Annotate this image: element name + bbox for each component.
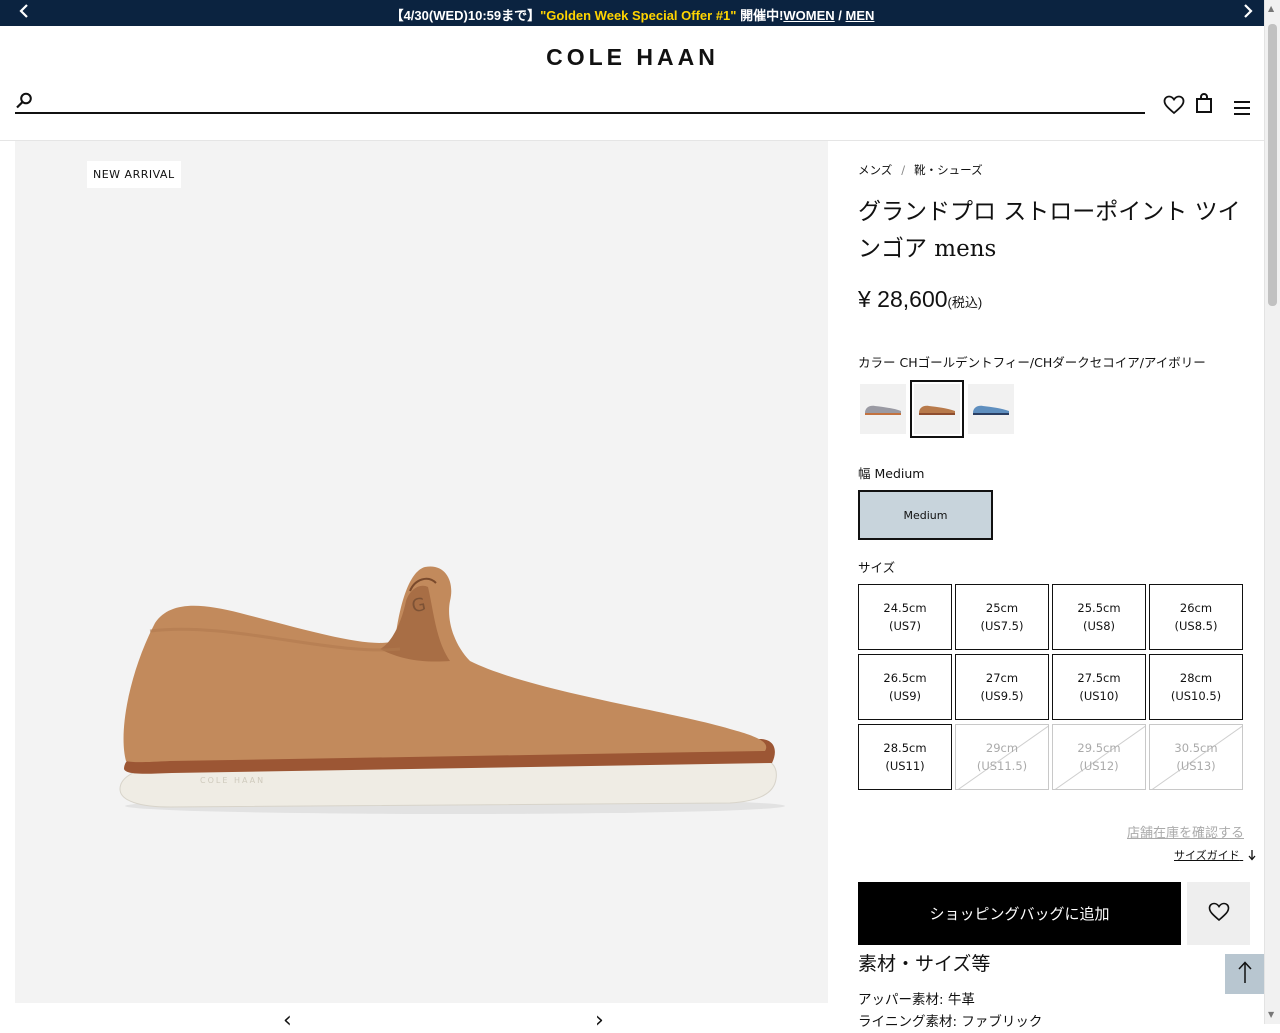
materials-upper: アッパー素材: 牛革 [858, 992, 975, 1008]
brand-logo[interactable]: COLE HAAN [0, 44, 1265, 71]
new-arrival-badge: NEW ARRIVAL [87, 161, 181, 188]
size-us: (US7.5) [980, 619, 1024, 633]
width-value: Medium [874, 466, 925, 481]
size-option[interactable]: 27.5cm (US10) [1052, 654, 1146, 720]
size-guide-link[interactable]: サイズガイド [1174, 847, 1257, 863]
size-option[interactable]: 26.5cm (US9) [858, 654, 952, 720]
banner-offer: "Golden Week Special Offer #1" [540, 8, 737, 23]
scroll-up-icon[interactable]: ▲ [1268, 4, 1274, 13]
size-cm: 25cm [985, 601, 1019, 615]
size-us: (US11.5) [976, 759, 1028, 773]
search-bar [15, 92, 1145, 114]
scroll-down-icon[interactable]: ▼ [1268, 1010, 1274, 1019]
size-cm: 28cm [1179, 671, 1213, 685]
size-option[interactable]: 25cm (US7.5) [955, 584, 1049, 650]
size-cm: 26cm [1179, 601, 1213, 615]
size-option[interactable]: 24.5cm (US7) [858, 584, 952, 650]
size-us: (US10.5) [1170, 689, 1222, 703]
size-option[interactable]: 26cm (US8.5) [1149, 584, 1243, 650]
banner-status: 開催中! [736, 8, 784, 23]
search-icon[interactable] [15, 92, 33, 114]
size-option: 29.5cm (US12) [1052, 724, 1146, 790]
size-cm: 27.5cm [1077, 671, 1121, 685]
materials-lining: ライニング素材: ファブリック [858, 1014, 1043, 1030]
product-image-area[interactable]: NEW ARRIVAL G COLE HAAN ‹ › [15, 141, 828, 1033]
width-label-text: 幅 [858, 466, 871, 481]
size-option: 30.5cm (US13) [1149, 724, 1243, 790]
size-guide-text: サイズガイド [1174, 849, 1240, 862]
breadcrumb-item-shoes[interactable]: 靴・シューズ [914, 163, 982, 177]
back-to-top-button[interactable] [1225, 954, 1265, 994]
materials-title: 素材・サイズ等 [858, 953, 991, 975]
price-tax-note: (税込) [947, 295, 983, 310]
size-us: (US8.5) [1174, 619, 1218, 633]
size-option: 29cm (US11.5) [955, 724, 1049, 790]
size-label: サイズ [858, 560, 896, 575]
breadcrumb-item-mens[interactable]: メンズ [858, 163, 892, 177]
size-cm: 27cm [985, 671, 1019, 685]
heart-icon[interactable] [1163, 95, 1185, 119]
product-shoe-image: G COLE HAAN [119, 566, 785, 814]
size-cm: 26.5cm [883, 671, 927, 685]
size-cm: 29cm [985, 741, 1019, 755]
size-us: (US11) [885, 759, 925, 773]
add-to-bag-button[interactable]: ショッピングバッグに追加 [858, 882, 1181, 945]
gallery-prev-arrow[interactable]: ‹ [283, 1008, 292, 1033]
heart-icon [1208, 902, 1230, 926]
chevron-right-icon[interactable] [1242, 3, 1254, 24]
size-cm: 24.5cm [883, 601, 927, 615]
search-input[interactable] [43, 92, 1137, 114]
scrollbar-thumb[interactable] [1268, 24, 1277, 306]
favorite-button[interactable] [1187, 882, 1250, 945]
size-us: (US10) [1079, 689, 1119, 703]
width-option-medium[interactable]: Medium [858, 490, 993, 540]
size-us: (US12) [1079, 759, 1119, 773]
menu-icon[interactable] [1233, 100, 1251, 120]
gallery-next-arrow[interactable]: › [595, 1008, 604, 1033]
color-swatch-tan[interactable] [910, 380, 964, 438]
banner-men-link[interactable]: MEN [846, 8, 875, 23]
promo-banner: 【4/30(WED)10:59まで】"Golden Week Special O… [0, 0, 1265, 26]
size-us: (US8) [1082, 619, 1115, 633]
size-option[interactable]: 27cm (US9.5) [955, 654, 1049, 720]
breadcrumb: メンズ / 靴・シューズ [858, 162, 983, 178]
arrow-down-icon [1243, 849, 1257, 862]
size-option[interactable]: 28.5cm (US11) [858, 724, 952, 790]
size-us: (US13) [1176, 759, 1216, 773]
page-scrollbar[interactable]: ▲ ▼ [1264, 0, 1280, 1024]
size-cm: 30.5cm [1174, 741, 1218, 755]
banner-women-link[interactable]: WOMEN [783, 8, 834, 23]
size-option[interactable]: 25.5cm (US8) [1052, 584, 1146, 650]
bag-icon[interactable] [1195, 93, 1213, 118]
color-swatch-grey[interactable] [860, 384, 906, 434]
store-stock-link[interactable]: 店舗在庫を確認する [1127, 822, 1244, 841]
product-price: ¥ 28,600(税込) [858, 286, 982, 313]
size-us: (US9.5) [980, 689, 1024, 703]
product-title: グランドプロ ストローポイント ツインゴア mens [858, 199, 1241, 262]
size-us: (US9) [888, 689, 921, 703]
size-cm: 25.5cm [1077, 601, 1121, 615]
price-value: ¥ 28,600 [858, 286, 948, 312]
color-swatch-blue[interactable] [968, 384, 1014, 434]
width-label: 幅 Medium [858, 463, 924, 482]
arrow-up-icon [1237, 960, 1253, 988]
size-option[interactable]: 28cm (US10.5) [1149, 654, 1243, 720]
banner-separator: / [834, 8, 846, 23]
banner-date: 【4/30(WED)10:59まで】 [390, 8, 541, 23]
banner-message: 【4/30(WED)10:59まで】"Golden Week Special O… [0, 5, 1265, 24]
size-cm: 28.5cm [883, 741, 927, 755]
color-label: カラー CHゴールデントフィー/CHダークセコイア/アイボリー [858, 352, 1206, 371]
svg-text:COLE HAAN: COLE HAAN [200, 776, 265, 785]
size-cm: 29.5cm [1077, 741, 1121, 755]
size-us: (US7) [888, 619, 921, 633]
color-label-text: カラー [858, 355, 896, 370]
color-value: CHゴールデントフィー/CHダークセコイア/アイボリー [899, 355, 1206, 370]
breadcrumb-separator: / [901, 163, 906, 177]
